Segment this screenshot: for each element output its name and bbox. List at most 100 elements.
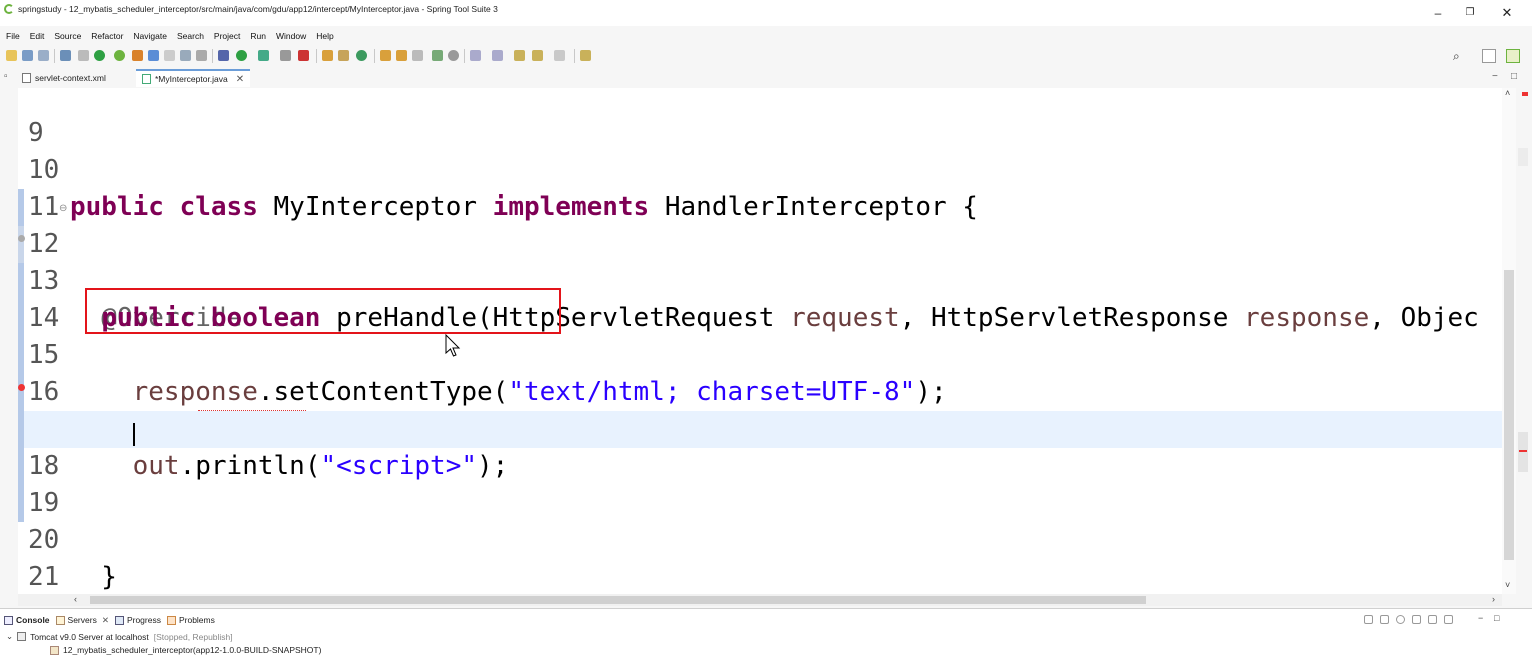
scroll-up-icon[interactable]: ˄: [1505, 88, 1510, 98]
vertical-scrollbar[interactable]: ˄ ˅: [1502, 88, 1516, 594]
java-perspective-icon[interactable]: [1506, 49, 1520, 63]
spring-icon[interactable]: [114, 50, 125, 61]
maximize-editor-icon[interactable]: □: [1511, 71, 1517, 82]
previous-annotation-icon[interactable]: [492, 50, 503, 61]
save-icon[interactable]: [22, 50, 33, 61]
minimize-editor-icon[interactable]: −: [1492, 71, 1498, 82]
toggle-block-icon[interactable]: [164, 50, 175, 61]
tab-console[interactable]: Console: [4, 613, 50, 627]
start-server-icon[interactable]: [94, 50, 105, 61]
open-folder-icon[interactable]: [380, 50, 391, 61]
debug-icon[interactable]: [218, 50, 229, 61]
forward-icon[interactable]: [554, 50, 565, 61]
publish-icon[interactable]: [1444, 615, 1453, 624]
view-menu-icon[interactable]: [1462, 615, 1471, 624]
tab-label: Console: [16, 615, 50, 625]
menu-run[interactable]: Run: [245, 28, 271, 44]
overview-thumb: [1518, 432, 1528, 472]
code-editor[interactable]: 9 10 public class MyInterceptor implemen…: [18, 88, 1502, 594]
scroll-left-icon[interactable]: ‹: [74, 594, 77, 604]
menu-search[interactable]: Search: [172, 28, 209, 44]
profile-server-icon[interactable]: [1412, 615, 1421, 624]
coverage-icon[interactable]: [258, 50, 269, 61]
save-all-icon[interactable]: [38, 50, 49, 61]
error-overview-mark[interactable]: [1522, 92, 1528, 96]
tab-servlet-context[interactable]: servlet-context.xml: [22, 69, 106, 87]
server-tree-item[interactable]: ⌄ Tomcat v9.0 Server at localhost [Stopp…: [6, 631, 233, 642]
tab-my-interceptor[interactable]: *MyInterceptor.java ✕: [136, 69, 251, 87]
servers-icon: [55, 615, 65, 625]
new-java-project-icon[interactable]: [322, 50, 333, 61]
problems-icon: [166, 615, 176, 625]
xml-file-icon: [22, 73, 31, 83]
minimize-panel-icon[interactable]: −: [1478, 613, 1483, 623]
menu-edit[interactable]: Edit: [25, 28, 50, 44]
open-task-icon[interactable]: [396, 50, 407, 61]
menu-source[interactable]: Source: [49, 28, 86, 44]
expand-chevron-icon[interactable]: ⌄: [6, 631, 13, 642]
module-name: 12_mybatis_scheduler_interceptor(app12-1…: [63, 645, 322, 655]
menu-help[interactable]: Help: [311, 28, 338, 44]
new-file-icon[interactable]: [6, 50, 17, 61]
code-line: 20 }: [18, 485, 1502, 592]
close-tab-icon[interactable]: ✕: [102, 615, 109, 626]
close-window-button[interactable]: ✕: [1492, 4, 1522, 22]
tab-label: *MyInterceptor.java: [155, 74, 228, 84]
new-package-icon[interactable]: [338, 50, 349, 61]
run-icon[interactable]: [236, 50, 247, 61]
pilcrow-icon[interactable]: [196, 50, 207, 61]
menu-file[interactable]: File: [0, 28, 25, 44]
collapse-all-icon[interactable]: [1364, 615, 1373, 624]
tab-servers[interactable]: Servers ✕: [55, 613, 109, 627]
bottom-panel: Console Servers ✕ Progress Problems − □: [0, 608, 1532, 662]
new-class-icon[interactable]: [356, 50, 367, 61]
maximize-button[interactable]: ❐: [1455, 4, 1485, 22]
toggle-icon[interactable]: [78, 50, 89, 61]
terminal-icon[interactable]: [60, 50, 71, 61]
search-icon[interactable]: ⌕: [1453, 49, 1460, 64]
vertical-scroll-thumb[interactable]: [1504, 270, 1514, 560]
scroll-right-icon[interactable]: ›: [1492, 594, 1495, 604]
error-overview-mark[interactable]: [1519, 450, 1527, 452]
code-line-current: 18: [18, 411, 1502, 481]
spring-tool-suite-icon: [4, 4, 14, 14]
pen-icon[interactable]: [412, 50, 423, 61]
open-type-icon[interactable]: [132, 50, 143, 61]
menu-refactor[interactable]: Refactor: [86, 28, 128, 44]
minimize-button[interactable]: –: [1423, 4, 1453, 22]
perspective-icon[interactable]: [1482, 49, 1496, 63]
close-tab-icon[interactable]: ✕: [236, 74, 244, 85]
stop-server-icon[interactable]: [1428, 615, 1437, 624]
web-module-icon: [50, 645, 59, 655]
maximize-panel-icon[interactable]: □: [1494, 613, 1499, 623]
horizontal-scrollbar[interactable]: ‹ ›: [18, 594, 1502, 606]
menu-navigate[interactable]: Navigate: [128, 28, 172, 44]
tab-problems[interactable]: Problems: [166, 613, 215, 627]
code-line: 12 ⊖ @Override: [18, 189, 1502, 333]
code-line: 16 PrintWriter out = response.getWriter(…: [18, 337, 1502, 444]
java-file-icon: [142, 74, 151, 84]
back-icon[interactable]: [532, 50, 543, 61]
collapse-icon[interactable]: ▫: [4, 71, 8, 82]
tab-progress[interactable]: Progress: [114, 613, 161, 627]
next-annotation-icon[interactable]: [470, 50, 481, 61]
fold-icon[interactable]: ⊖: [59, 190, 67, 227]
mark-occurrences-icon[interactable]: [148, 50, 159, 61]
horizontal-scroll-thumb[interactable]: [90, 596, 1146, 604]
pin-editor-icon[interactable]: [580, 50, 591, 61]
scroll-down-icon[interactable]: ˅: [1505, 580, 1510, 590]
last-edit-icon[interactable]: [514, 50, 525, 61]
error-marker-icon[interactable]: [18, 384, 25, 391]
server-module-item[interactable]: 12_mybatis_scheduler_interceptor(app12-1…: [50, 645, 321, 655]
server-name: Tomcat v9.0 Server at localhost: [30, 631, 149, 642]
stop-icon[interactable]: [298, 50, 309, 61]
overview-ruler: [1516, 88, 1532, 594]
show-whitespace-icon[interactable]: [180, 50, 191, 61]
debug-server-icon[interactable]: [1380, 615, 1389, 624]
search-web-icon[interactable]: [432, 50, 443, 61]
start-server-icon[interactable]: [1396, 615, 1405, 624]
menu-window[interactable]: Window: [271, 28, 311, 44]
menu-project[interactable]: Project: [209, 28, 245, 44]
external-tools-icon[interactable]: [280, 50, 291, 61]
globe-icon[interactable]: [448, 50, 459, 61]
